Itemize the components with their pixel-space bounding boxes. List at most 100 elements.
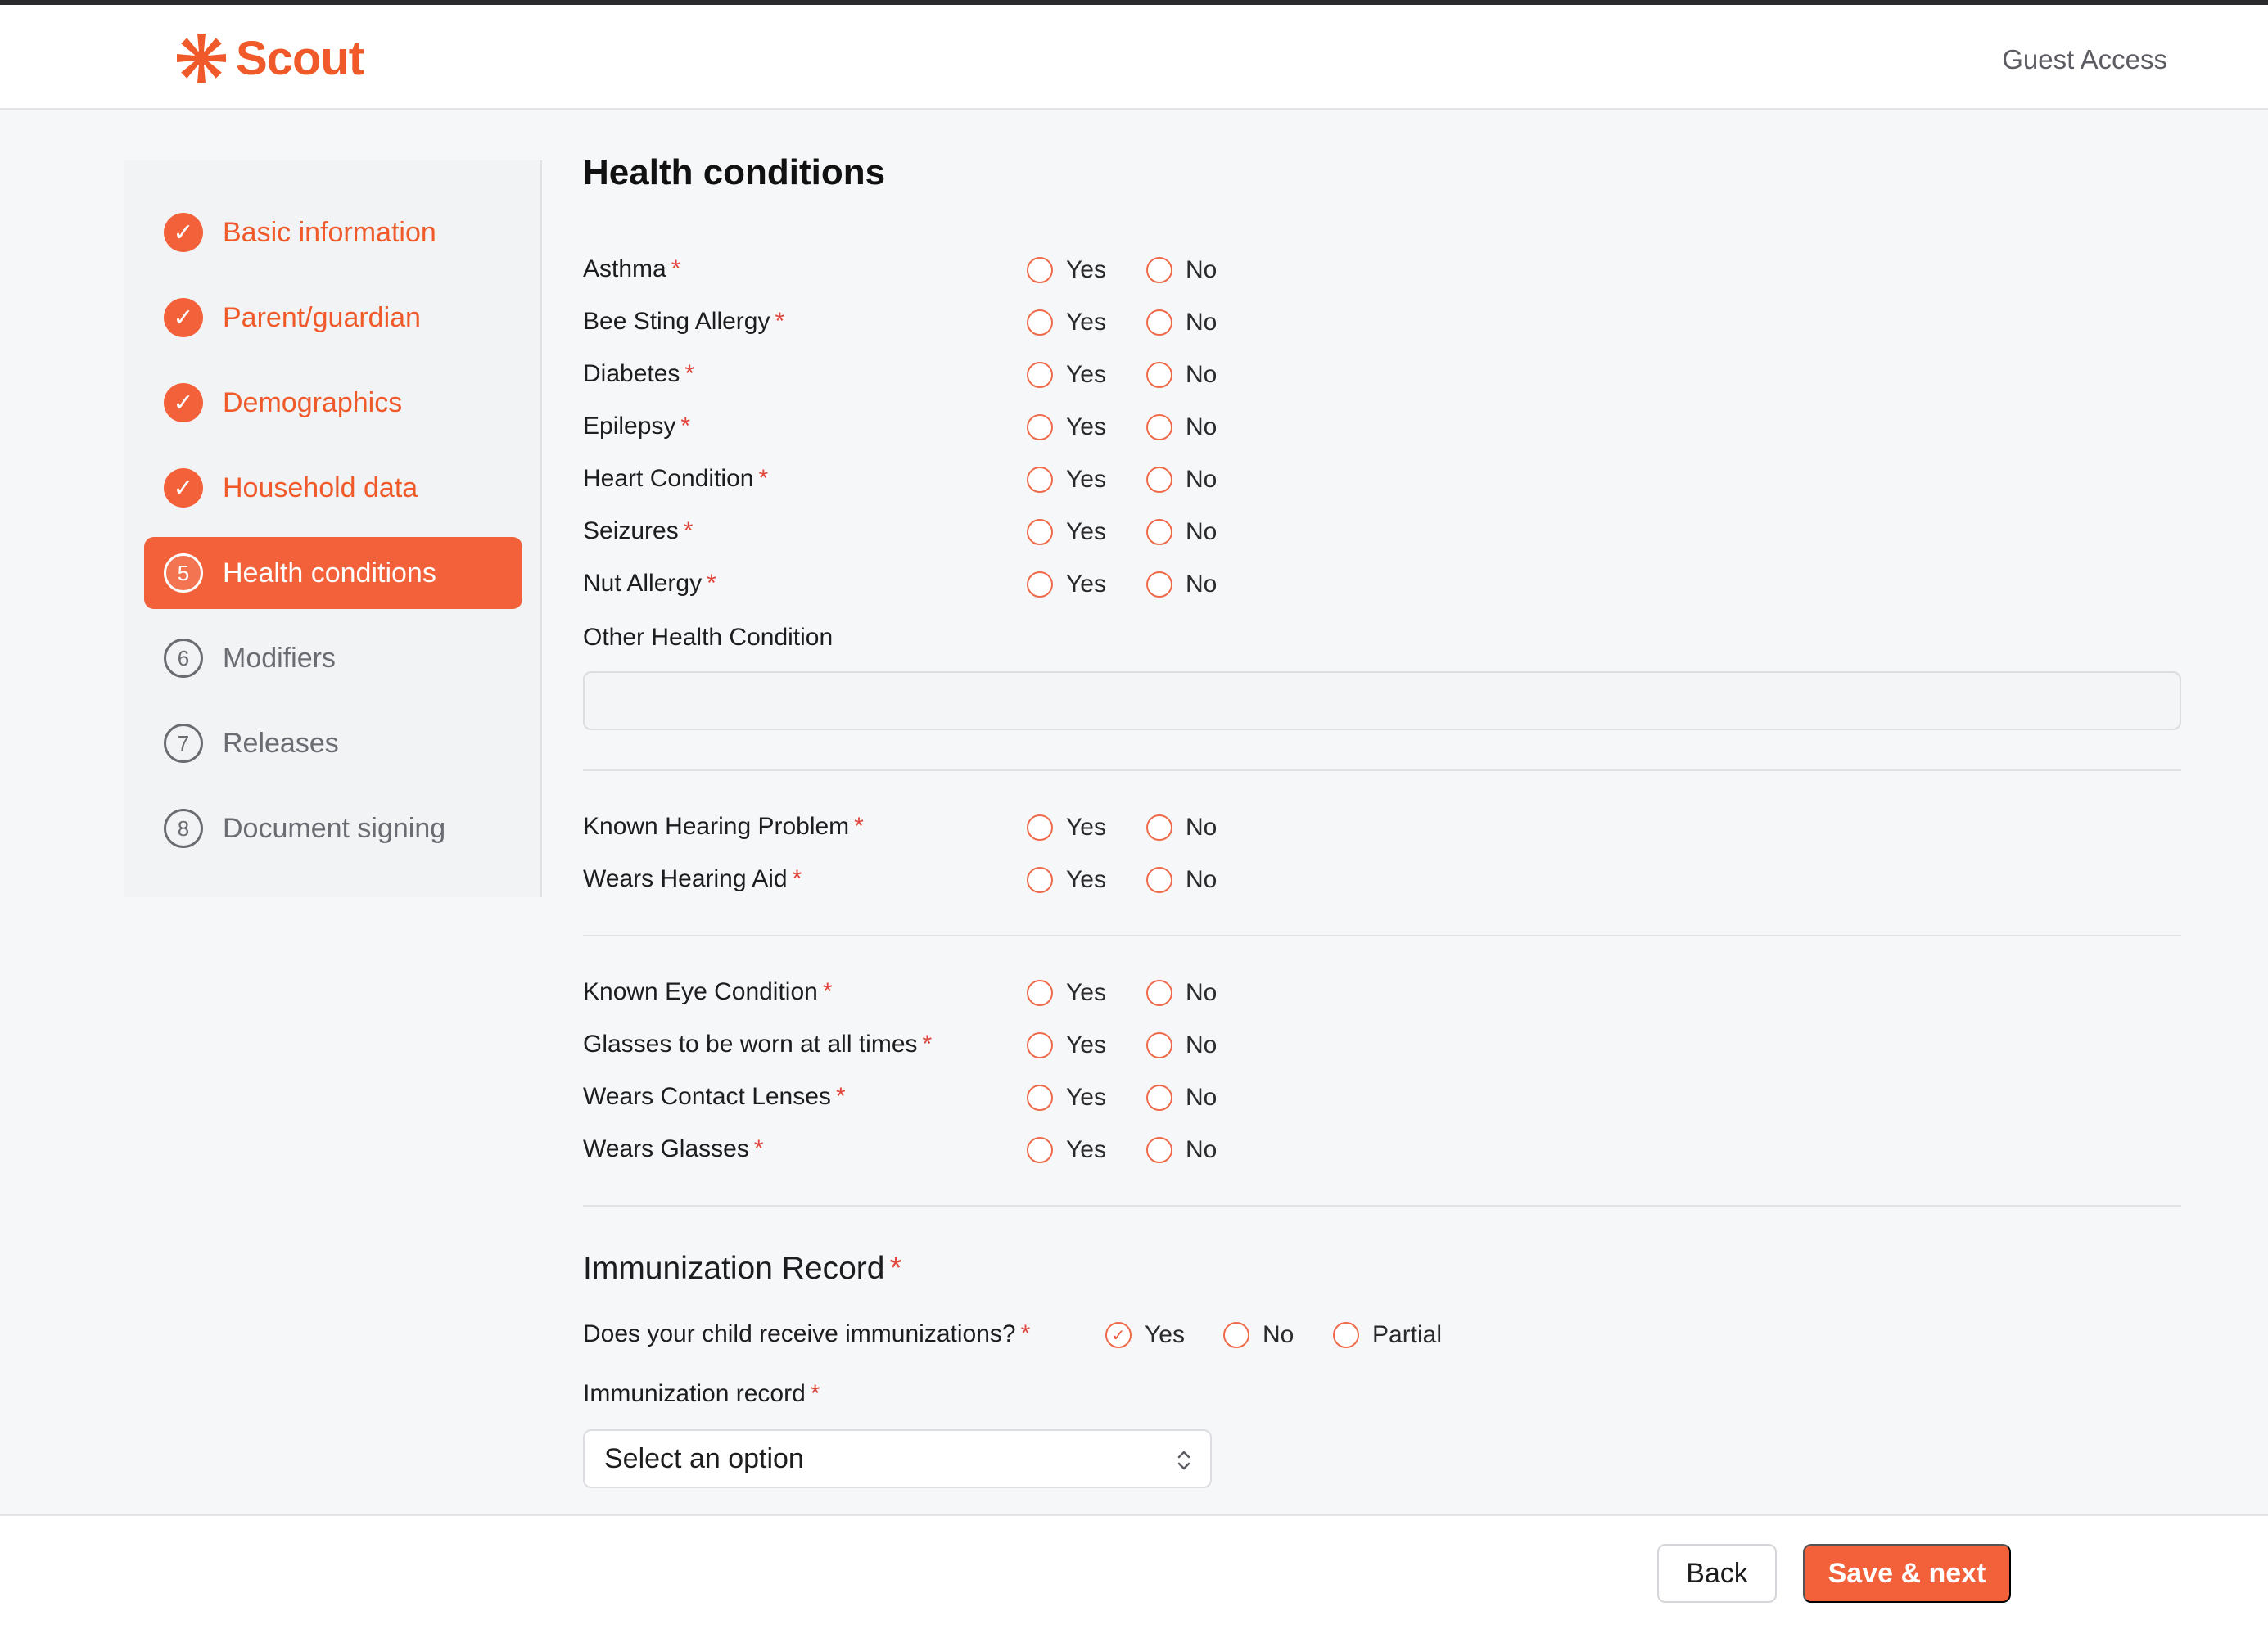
option-label: Yes — [1066, 979, 1106, 1006]
brand-logo[interactable]: Scout — [174, 29, 364, 87]
radio-yes[interactable]: Yes — [1027, 814, 1106, 842]
radio-yes[interactable]: Yes — [1027, 413, 1106, 441]
required-asterisk: * — [922, 1031, 933, 1058]
radio-circle-icon[interactable] — [1223, 1322, 1249, 1348]
radio-yes[interactable]: Yes — [1027, 466, 1106, 494]
radio-yes[interactable]: Yes — [1027, 1031, 1106, 1059]
option-label: Yes — [1066, 1136, 1106, 1163]
required-asterisk: * — [671, 255, 681, 282]
radio-circle-icon[interactable] — [1027, 1032, 1053, 1058]
step-number-icon: 6 — [164, 639, 203, 678]
radio-yes[interactable]: Yes — [1027, 361, 1106, 389]
option-label: Yes — [1066, 1031, 1106, 1058]
scout-burst-icon — [177, 34, 226, 83]
radio-no[interactable]: No — [1146, 309, 1217, 336]
radio-circle-icon[interactable] — [1146, 467, 1172, 493]
radio-yes[interactable]: Yes — [1027, 1084, 1106, 1112]
required-asterisk: * — [684, 360, 695, 387]
required-asterisk: * — [683, 517, 694, 544]
radio-circle-icon[interactable] — [1146, 519, 1172, 545]
radio-circle-icon[interactable] — [1146, 257, 1172, 283]
radio-circle-icon[interactable] — [1027, 980, 1053, 1006]
radio-yes[interactable]: Yes — [1027, 866, 1106, 894]
radio-circle-icon[interactable] — [1333, 1322, 1359, 1348]
radio-circle-icon[interactable] — [1146, 362, 1172, 388]
question-row: Known Eye Condition * Yes No — [583, 972, 1402, 1012]
radio-circle-icon[interactable] — [1146, 1032, 1172, 1058]
radio-circle-icon[interactable] — [1146, 1137, 1172, 1163]
radio-no[interactable]: No — [1146, 814, 1217, 842]
radio-circle-icon[interactable] — [1027, 519, 1053, 545]
step-label: Parent/guardian — [223, 301, 421, 333]
radio-yes[interactable]: ✓ Yes — [1105, 1321, 1185, 1349]
radio-circle-icon[interactable] — [1027, 814, 1053, 841]
radio-no[interactable]: No — [1146, 571, 1217, 598]
back-button[interactable]: Back — [1657, 1544, 1777, 1603]
radio-circle-icon[interactable] — [1027, 571, 1053, 598]
question-label: Asthma — [583, 255, 666, 282]
radio-circle-icon[interactable] — [1027, 362, 1053, 388]
radio-circle-icon[interactable] — [1027, 867, 1053, 893]
question-row: Wears Contact Lenses * Yes No — [583, 1077, 1402, 1117]
sidebar-step-basic-information[interactable]: ✓ Basic information — [144, 196, 522, 268]
radio-yes[interactable]: Yes — [1027, 518, 1106, 546]
radio-circle-icon[interactable] — [1146, 814, 1172, 841]
option-label: Yes — [1066, 413, 1106, 440]
radio-yes[interactable]: Yes — [1027, 571, 1106, 598]
immunization-record-select[interactable]: Select an option — [583, 1429, 1212, 1488]
step-label: Health conditions — [223, 557, 436, 589]
radio-circle-icon[interactable] — [1146, 1085, 1172, 1111]
sidebar-step-releases[interactable]: 7 Releases — [144, 707, 522, 779]
option-label: No — [1186, 866, 1218, 893]
radio-yes[interactable]: Yes — [1027, 979, 1106, 1007]
question-label: Glasses to be worn at all times — [583, 1031, 918, 1058]
radio-no[interactable]: No — [1146, 979, 1217, 1007]
other-health-condition-input[interactable] — [583, 671, 2181, 730]
question-row: Wears Glasses * Yes No — [583, 1130, 1402, 1169]
radio-circle-icon[interactable] — [1027, 467, 1053, 493]
radio-circle-icon[interactable] — [1146, 309, 1172, 336]
required-asterisk: * — [775, 308, 785, 335]
option-label: No — [1186, 1084, 1218, 1111]
save-next-button[interactable]: Save & next — [1803, 1544, 2011, 1603]
radio-circle-icon[interactable] — [1027, 257, 1053, 283]
radio-no[interactable]: No — [1146, 361, 1217, 389]
radio-no[interactable]: No — [1146, 866, 1217, 894]
question-row: Nut Allergy * Yes No — [583, 564, 1402, 603]
immunization-question-row: Does your child receive immunizations? * … — [583, 1315, 1565, 1354]
option-label: No — [1186, 466, 1218, 493]
radio-no[interactable]: No — [1146, 256, 1217, 284]
question-row: Heart Condition * Yes No — [583, 459, 1402, 499]
sidebar-step-health-conditions[interactable]: 5 Health conditions — [144, 537, 522, 609]
radio-yes[interactable]: Yes — [1027, 309, 1106, 336]
radio-circle-icon[interactable] — [1027, 309, 1053, 336]
option-label: No — [1186, 1136, 1218, 1163]
radio-no[interactable]: No — [1146, 413, 1217, 441]
other-health-condition-label: Other Health Condition — [583, 624, 834, 651]
radio-no[interactable]: No — [1146, 466, 1217, 494]
radio-partial[interactable]: Partial — [1333, 1321, 1442, 1349]
sidebar-step-demographics[interactable]: ✓ Demographics — [144, 367, 522, 439]
radio-circle-icon[interactable] — [1146, 414, 1172, 440]
question-label: Seizures — [583, 517, 679, 544]
radio-circle-icon[interactable] — [1027, 414, 1053, 440]
radio-circle-icon[interactable] — [1027, 1137, 1053, 1163]
question-row: Wears Hearing Aid * Yes No — [583, 860, 1402, 899]
radio-no[interactable]: No — [1146, 518, 1217, 546]
sidebar-step-document-signing[interactable]: 8 Document signing — [144, 792, 522, 864]
radio-no[interactable]: No — [1146, 1136, 1217, 1164]
sidebar-step-modifiers[interactable]: 6 Modifiers — [144, 622, 522, 694]
sidebar-step-parent-guardian[interactable]: ✓ Parent/guardian — [144, 282, 522, 354]
radio-circle-icon[interactable] — [1027, 1085, 1053, 1111]
radio-circle-icon[interactable] — [1146, 980, 1172, 1006]
sidebar-step-household-data[interactable]: ✓ Household data — [144, 452, 522, 524]
radio-circle-icon[interactable] — [1146, 571, 1172, 598]
radio-yes[interactable]: Yes — [1027, 256, 1106, 284]
radio-no[interactable]: No — [1223, 1321, 1294, 1349]
radio-no[interactable]: No — [1146, 1031, 1217, 1059]
checked-radio-icon[interactable]: ✓ — [1105, 1322, 1132, 1348]
radio-yes[interactable]: Yes — [1027, 1136, 1106, 1164]
radio-circle-icon[interactable] — [1146, 867, 1172, 893]
question-row: Epilepsy * Yes No — [583, 407, 1402, 446]
radio-no[interactable]: No — [1146, 1084, 1217, 1112]
